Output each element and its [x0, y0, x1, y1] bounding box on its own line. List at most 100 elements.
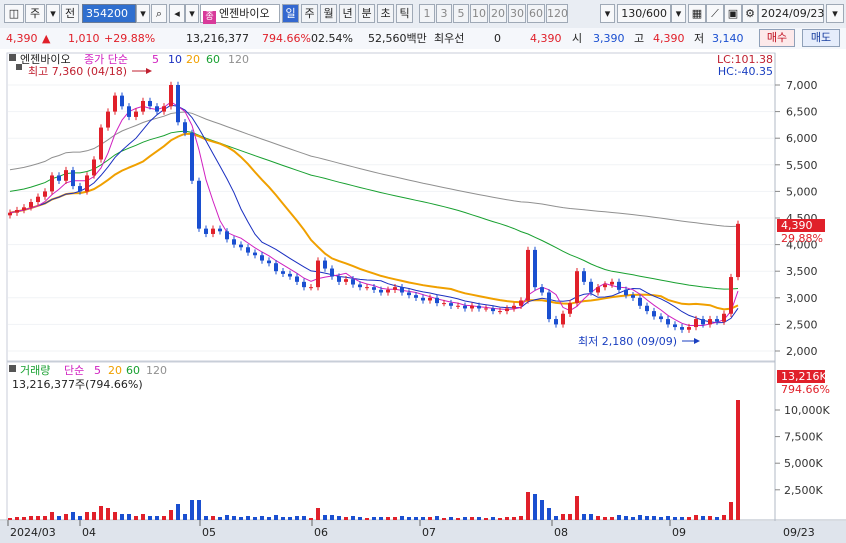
candle-body: [393, 287, 397, 290]
open-label: 시: [572, 32, 583, 45]
candle-body: [645, 305, 649, 312]
interval-button-60[interactable]: 60: [527, 4, 545, 23]
volume-bar: [120, 514, 124, 520]
speaker-dropdown-icon[interactable]: ▾: [185, 4, 199, 23]
candle-body: [631, 295, 635, 298]
line-tool-icon[interactable]: ⟋: [706, 4, 724, 23]
code-dropdown-icon[interactable]: ▾: [136, 4, 150, 23]
interval-dropdown-icon[interactable]: ▾: [600, 4, 615, 23]
volume-bar: [148, 516, 152, 520]
interval-button-10[interactable]: 10: [470, 4, 488, 23]
interval-button-3[interactable]: 3: [436, 4, 452, 23]
search-icon[interactable]: ⌕: [151, 4, 167, 23]
candle-body: [428, 297, 432, 301]
buy-button[interactable]: 매수: [759, 29, 795, 47]
price-tick-label: 7,000: [786, 79, 818, 92]
candle-body: [302, 281, 306, 288]
date-input[interactable]: 2024/09/23: [758, 4, 824, 23]
volume-bar: [701, 516, 705, 520]
date-tick-label: 07: [422, 526, 436, 539]
preferred-label: 최우선: [434, 32, 465, 45]
volume-bar: [22, 517, 26, 520]
price-tick-label: 6,500: [786, 106, 818, 119]
volume-bar: [386, 517, 390, 520]
volume-bar: [288, 517, 292, 520]
grid-tool-icon[interactable]: ▦: [688, 4, 706, 23]
volume-panel-menu-icon[interactable]: [9, 365, 16, 372]
candle-body: [519, 300, 523, 306]
candle-body: [498, 311, 502, 313]
interval-button-5[interactable]: 5: [453, 4, 469, 23]
max-label: 최고 7,360 (04/18): [28, 65, 127, 78]
volume-bar: [547, 508, 551, 520]
stock-name-field[interactable]: 종 엔젠바이오: [200, 4, 280, 24]
high-price: 4,390: [653, 32, 685, 45]
sell-button[interactable]: 매도: [802, 29, 840, 47]
ma20-legend: 20: [186, 53, 200, 66]
candle-body: [617, 281, 621, 290]
count-dropdown-icon[interactable]: ▾: [671, 4, 686, 23]
preferred-value: 0: [494, 32, 501, 45]
volume-bar: [358, 517, 362, 520]
volume-bar: [617, 515, 621, 520]
period-tab-2[interactable]: 월: [320, 4, 337, 23]
candle-body: [330, 268, 334, 277]
date-tick-label: 06: [314, 526, 328, 539]
candle-body: [127, 106, 131, 117]
candle-body: [169, 85, 173, 107]
volume-bar: [666, 516, 670, 520]
candle-body: [652, 311, 656, 317]
date-tick-label: 05: [202, 526, 216, 539]
candle-body: [239, 244, 243, 248]
candle-body: [456, 305, 460, 307]
candle-body: [323, 260, 327, 269]
candle-body: [407, 292, 411, 296]
candle-body: [729, 277, 733, 314]
interval-button-30[interactable]: 30: [508, 4, 526, 23]
panel-menu-icon[interactable]: [9, 54, 16, 61]
candle-body: [351, 279, 355, 285]
volume-bar: [673, 517, 677, 520]
current-price-tag-text: 4,390: [781, 219, 813, 232]
period-tab-0[interactable]: 일: [282, 4, 299, 23]
period-tab-6[interactable]: 틱: [396, 4, 413, 23]
candle-body: [15, 210, 19, 213]
volume-bar: [484, 518, 488, 520]
stock-chart[interactable]: 7,0006,5006,0005,5005,0004,5004,0003,500…: [0, 49, 846, 543]
market-dropdown-icon[interactable]: ▾: [46, 4, 60, 23]
candle-body: [610, 281, 614, 285]
gear-icon[interactable]: ⚙: [742, 4, 758, 23]
period-tab-4[interactable]: 분: [358, 4, 375, 23]
candle-body: [701, 319, 705, 325]
count-value: 130/600: [621, 7, 667, 20]
low-label: 저: [694, 32, 705, 45]
save-icon[interactable]: ▣: [724, 4, 742, 23]
interval-button-20[interactable]: 20: [489, 4, 507, 23]
period-tab-1[interactable]: 주: [301, 4, 318, 23]
interval-button-120[interactable]: 120: [546, 4, 568, 23]
candle-body: [708, 319, 712, 325]
volume-bar: [589, 514, 593, 520]
interval-button-1[interactable]: 1: [419, 4, 435, 23]
period-tab-5[interactable]: 초: [377, 4, 394, 23]
candle-body: [638, 297, 642, 306]
layout-icon[interactable]: ◫: [4, 4, 24, 23]
period-tab-3[interactable]: 년: [339, 4, 356, 23]
volume-bar: [232, 516, 236, 520]
volume-bar: [204, 516, 208, 520]
candle-body: [526, 249, 530, 301]
volume-bar: [631, 517, 635, 520]
market-select[interactable]: 주: [25, 4, 45, 23]
prefix-button[interactable]: 전: [61, 4, 79, 23]
speaker-icon[interactable]: ◂: [169, 4, 185, 23]
volume-bar: [78, 516, 82, 520]
volume-bar: [603, 517, 607, 520]
volume-tick-label: 5,000K: [784, 457, 823, 470]
candle-body: [561, 313, 565, 325]
count-input[interactable]: 130/600: [617, 4, 671, 23]
stock-code-input[interactable]: 354200: [82, 4, 136, 23]
calendar-icon[interactable]: ▾: [826, 4, 844, 23]
candle-body: [260, 255, 264, 261]
candle-body: [554, 319, 558, 325]
candle-body: [673, 324, 677, 328]
